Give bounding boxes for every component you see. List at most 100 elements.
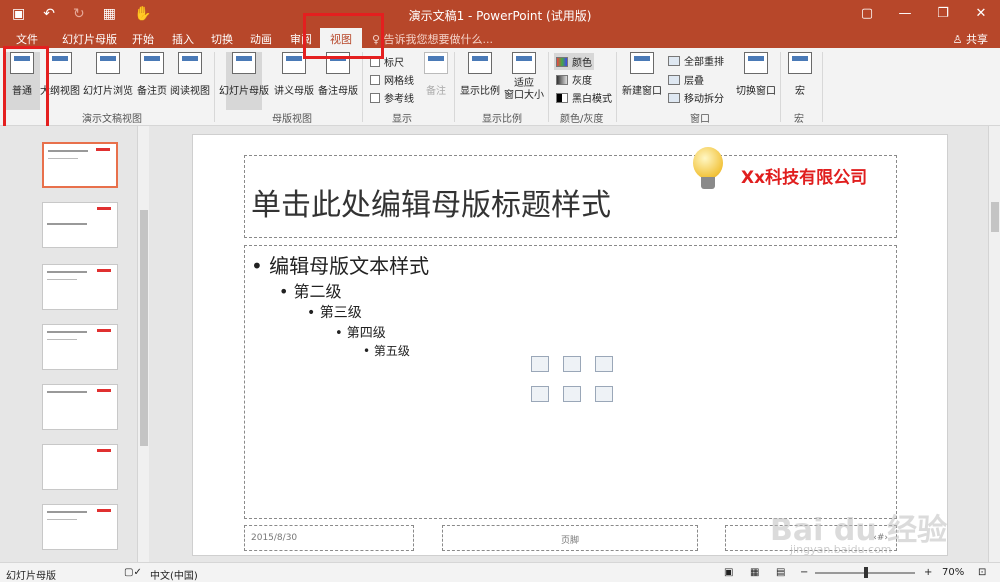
- insert-smartart-icon[interactable]: [595, 356, 613, 372]
- slide-master-icon: [232, 52, 256, 74]
- canvas-scrollbar[interactable]: [988, 126, 1000, 562]
- status-bar: 幻灯片母版 ▢✓ 中文(中国) ▣ ▦ ▤ − + 70% ⊡: [0, 562, 1000, 582]
- notes-button[interactable]: 备注: [418, 52, 454, 110]
- text-level-4: • 第四级: [335, 326, 386, 341]
- close-button[interactable]: ✕: [962, 0, 1000, 28]
- tab-view[interactable]: 视图: [320, 28, 362, 48]
- zoom-slider-knob[interactable]: [864, 567, 868, 578]
- fit-window-icon: [512, 52, 536, 74]
- slide-thumbnail[interactable]: [42, 324, 118, 370]
- slide-thumbnail[interactable]: [42, 444, 118, 490]
- black-white-swatch-icon: [556, 92, 568, 103]
- notes-page-icon: [140, 52, 164, 74]
- switch-windows-button[interactable]: 切换窗口: [736, 52, 776, 110]
- move-split-icon: [668, 92, 680, 103]
- insert-table-icon[interactable]: [531, 356, 549, 372]
- color-button[interactable]: 颜色: [554, 53, 594, 70]
- black-white-button[interactable]: 黑白模式: [556, 90, 612, 105]
- notes-page-button[interactable]: 备注页: [134, 52, 170, 110]
- spell-check-icon[interactable]: ▢✓: [124, 567, 142, 578]
- tab-animations[interactable]: 动画: [250, 31, 272, 47]
- grayscale-swatch-icon: [556, 74, 568, 85]
- reading-view-status-icon[interactable]: ▤: [776, 567, 785, 578]
- insert-online-picture-icon[interactable]: [563, 386, 581, 402]
- status-view-name: 幻灯片母版: [6, 571, 56, 582]
- arrange-all-icon: [668, 55, 680, 66]
- group-label-window: 窗口: [690, 114, 710, 125]
- handout-master-button[interactable]: 讲义母版: [274, 52, 314, 110]
- new-window-button[interactable]: 新建窗口: [622, 52, 662, 110]
- zoom-out-button[interactable]: −: [800, 567, 808, 578]
- group-label-show: 显示: [392, 114, 412, 125]
- ribbon: 普通 大纲视图 幻灯片浏览 备注页 阅读视图 演示文稿视图 幻灯片母版 讲义母版…: [0, 48, 1000, 126]
- body-placeholder[interactable]: • 编辑母版文本样式 • 第二级 • 第三级 • 第四级 • 第五级: [244, 245, 897, 519]
- text-level-1: • 编辑母版文本样式: [251, 254, 430, 278]
- restore-button[interactable]: ❐: [924, 0, 962, 28]
- ribbon-tabs: 文件 幻灯片母版 开始 插入 切换 动画 审阅 视图 ♀ 告诉我您想要做什么..…: [0, 28, 1000, 48]
- group-label-macros: 宏: [794, 114, 804, 125]
- ribbon-display-options-icon[interactable]: ▢: [848, 0, 886, 28]
- zoom-in-button[interactable]: +: [924, 567, 932, 578]
- date-placeholder[interactable]: 2015/8/30: [244, 525, 414, 551]
- normal-view-status-icon[interactable]: ▣: [724, 567, 733, 578]
- notes-master-button[interactable]: 备注母版: [318, 52, 358, 110]
- slide-thumbnail[interactable]: [42, 202, 118, 248]
- text-level-3: • 第三级: [307, 305, 362, 321]
- outline-view-icon: [48, 52, 72, 74]
- group-label-zoom: 显示比例: [482, 114, 522, 125]
- slide-sorter-icon: [96, 52, 120, 74]
- minimize-button[interactable]: —: [886, 0, 924, 28]
- group-separator: [548, 52, 549, 122]
- slide-sorter-status-icon[interactable]: ▦: [750, 567, 759, 578]
- arrange-all-button[interactable]: 全部重排: [668, 53, 724, 68]
- normal-view-icon: [10, 52, 34, 74]
- color-swatch-icon: [556, 56, 568, 67]
- outline-view-button[interactable]: 大纲视图: [40, 52, 80, 110]
- cascade-button[interactable]: 层叠: [668, 72, 704, 87]
- tab-transitions[interactable]: 切换: [211, 31, 233, 47]
- fit-to-window-button[interactable]: 适应 窗口大小: [504, 52, 544, 110]
- fit-slide-icon[interactable]: ⊡: [978, 567, 986, 578]
- share-button[interactable]: ♙ 共享: [953, 31, 988, 47]
- tab-file[interactable]: 文件: [16, 31, 38, 47]
- title-bar: ▣ ↶ ↻ ▦ ✋ 演示文稿1 - PowerPoint (试用版) ▢ — ❐…: [0, 0, 1000, 28]
- insert-video-icon[interactable]: [595, 386, 613, 402]
- tell-me-search[interactable]: ♀ 告诉我您想要做什么...: [372, 31, 493, 47]
- slide-master-button[interactable]: 幻灯片母版: [219, 52, 269, 110]
- normal-view-button[interactable]: 普通: [4, 52, 40, 110]
- ruler-checkbox[interactable]: 标尺: [370, 54, 404, 69]
- footer-placeholder[interactable]: 页脚: [442, 525, 698, 551]
- slide-sorter-button[interactable]: 幻灯片浏览: [83, 52, 133, 110]
- zoom-button[interactable]: 显示比例: [460, 52, 500, 110]
- tab-slide-master[interactable]: 幻灯片母版: [62, 31, 117, 47]
- status-language[interactable]: 中文(中国): [150, 567, 198, 582]
- slide-master-canvas[interactable]: 单击此处编辑母版标题样式 Xx科技有限公司 • 编辑母版文本样式 • 第二级 •…: [192, 134, 948, 556]
- slide-thumbnail[interactable]: [42, 504, 118, 550]
- macros-button[interactable]: 宏: [782, 52, 818, 110]
- insert-picture-icon[interactable]: [531, 386, 549, 402]
- reading-view-button[interactable]: 阅读视图: [170, 52, 210, 110]
- reading-view-icon: [178, 52, 202, 74]
- text-level-2: • 第二级: [279, 282, 342, 301]
- thumbnail-scrollbar[interactable]: [137, 126, 149, 562]
- cascade-icon: [668, 74, 680, 85]
- zoom-level[interactable]: 70%: [942, 567, 964, 578]
- tab-insert[interactable]: 插入: [172, 31, 194, 47]
- window-controls: ▢ — ❐ ✕: [848, 0, 1000, 28]
- insert-chart-icon[interactable]: [563, 356, 581, 372]
- slide-thumbnail[interactable]: [42, 384, 118, 430]
- slide-thumbnail-pane: [0, 126, 158, 562]
- tab-review[interactable]: 审阅: [290, 31, 312, 47]
- slide-thumbnail[interactable]: [42, 142, 118, 188]
- group-label-presentation-views: 演示文稿视图: [82, 114, 142, 125]
- magnifier-icon: [468, 52, 492, 74]
- master-title-text: 单击此处编辑母版标题样式: [251, 188, 611, 223]
- group-separator: [362, 52, 363, 122]
- handout-master-icon: [282, 52, 306, 74]
- slide-thumbnail[interactable]: [42, 264, 118, 310]
- group-separator: [822, 52, 823, 122]
- company-logo-text: Xx科技有限公司: [741, 168, 868, 188]
- tab-home[interactable]: 开始: [132, 31, 154, 47]
- move-split-button[interactable]: 移动拆分: [668, 90, 724, 105]
- grayscale-button[interactable]: 灰度: [556, 72, 592, 87]
